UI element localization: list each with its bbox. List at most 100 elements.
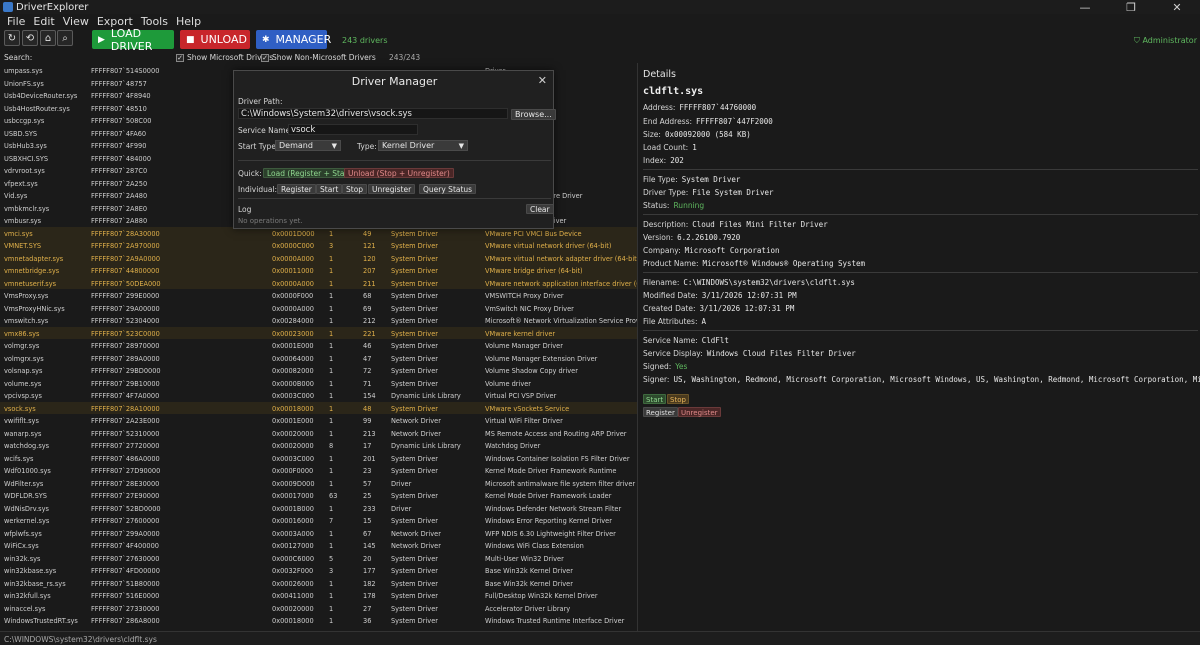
driver-name-cell: vdrvroot.sys [4,167,45,175]
home-icon[interactable]: ⌂ [40,30,56,46]
address-cell: FFFFF807`2A23E000 [91,417,160,425]
detail-start-button[interactable]: Start [643,394,667,404]
register-button[interactable]: Register [277,184,316,194]
close-window-button[interactable]: ✕ [1154,0,1200,14]
stop-icon: ■ [186,34,195,45]
unregister-button[interactable]: Unregister [368,184,416,194]
table-row[interactable]: vsock.sys FFFFF807`28A10000 0x00018000 1 48 S… [0,401,637,414]
driver-name-cell: WdFilter.sys [4,479,44,488]
table-row[interactable]: WindowsTrustedRT.sys FFFFF807`286A8000 0x0… [0,614,637,627]
start-button[interactable]: Start [316,184,343,194]
table-row[interactable]: vmnetbridge.sys FFFFF807`44800000 0x000110… [0,264,637,277]
minimize-button[interactable]: — [1062,0,1108,14]
show-ms-checkbox[interactable]: ✓ Show Microsoft Drivers [176,53,273,62]
table-row[interactable]: volmgr.sys FFFFF807`28970000 0x0001E000 1 46… [0,339,637,352]
table-row[interactable]: werkernel.sys FFFFF807`27600000 0x00016000… [0,514,637,527]
table-row[interactable]: win32kfull.sys FFFFF807`516E0000 0x0041100… [0,589,637,602]
manager-button[interactable]: ✱ MANAGER [256,30,331,49]
table-row[interactable]: vmswitch.sys FFFFF807`52304000 0x00284000 1… [0,314,637,327]
table-row[interactable]: vmnetadapter.sys FFFFF807`2A9A0000 0x0000A… [0,251,637,264]
refresh-icon[interactable]: ↻ [4,30,20,46]
close-icon[interactable]: ✕ [538,74,547,87]
table-row[interactable]: vmx86.sys FFFFF807`523C0000 0x00023000 1 221… [0,326,637,339]
show-non-ms-checkbox[interactable]: ✓ Show Non-Microsoft Drivers [261,53,376,62]
table-row[interactable]: VmsProxy.sys FFFFF807`299E0000 0x0000F000 1… [0,289,637,302]
index-cell: 154 [363,392,376,400]
table-row[interactable]: Wdf01000.sys FFFFF807`27D90000 0x000F0000 1… [0,464,637,477]
detail-register-button[interactable]: Register [643,407,678,417]
stop-button[interactable]: Stop [342,184,368,194]
individual-label: Individual: [238,185,278,194]
table-row[interactable]: volsnap.sys FFFFF807`29BD0000 0x00082000 1 7… [0,364,637,377]
size-cell: 0x00020000 [272,604,314,613]
table-row[interactable]: WdFilter.sys FFFFF807`28E30000 0x0009D000 1… [0,477,637,490]
log-label: Log [238,205,252,214]
unload-button[interactable]: ■ UNLOAD [180,30,250,49]
table-row[interactable]: wfplwfs.sys FFFFF807`299A0000 0x0003A000 1 6… [0,527,637,540]
index-cell: 213 [363,429,376,438]
details-panel: Details cldflt.sys Address: FFFFF807`4476… [638,64,1200,631]
type-cell: System Driver [391,554,438,563]
driver-name-cell: volmgr.sys [4,342,40,350]
menu-view[interactable]: View [63,15,89,28]
divider [643,330,1198,331]
browse-button[interactable]: Browse... [511,109,556,120]
table-row[interactable]: vmnetuserif.sys FFFFF807`50DEA000 0x0000A0… [0,276,637,289]
address-cell: FFFFF807`516E0000 [91,592,160,600]
table-row[interactable]: WiFiCx.sys FFFFF807`4F400000 0x00127000 1 14… [0,539,637,552]
driver-name-cell: Usb4HostRouter.sys [4,104,70,113]
clear-log-button[interactable]: Clear [526,204,554,214]
description-cell: VMware network application interface dri… [485,279,637,288]
address-cell: FFFFF807`27630000 [91,554,160,563]
size-cell: 0x00026000 [272,579,314,588]
type-cell: System Driver [391,467,438,475]
service-name-input[interactable]: vsock [288,124,418,135]
table-row[interactable]: watchdog.sys FFFFF807`27720000 0x00020000 8… [0,439,637,452]
driver-name-cell: USBD.SYS [4,129,38,138]
table-row[interactable]: volmgrx.sys FFFFF807`289A0000 0x00064000 1 4… [0,352,637,365]
description-cell: Microsoft antimalware file system filter… [485,479,636,488]
driver-path-input[interactable]: C:\Windows\System32\drivers\vsock.sys [238,108,508,119]
menu-edit[interactable]: Edit [33,15,54,28]
table-row[interactable]: WdNisDrv.sys FFFFF807`52BD0000 0x0001B000 1… [0,502,637,515]
table-row[interactable]: WDFLDR.SYS FFFFF807`27E90000 0x00017000 63 2… [0,489,637,502]
detail-unregister-button[interactable]: Unregister [678,407,721,417]
size-cell: 0x0000B000 [272,379,314,388]
query-status-button[interactable]: Query Status [419,184,477,194]
driver-name-cell: werkernel.sys [4,517,50,525]
table-row[interactable]: wanarp.sys FFFFF807`52310000 0x00020000 1 21… [0,427,637,440]
table-row[interactable]: vwififlt.sys FFFFF807`2A23E000 0x0001E000 1… [0,414,637,427]
load-count-cell: 1 [329,292,334,300]
table-row[interactable]: VMNET.SYS FFFFF807`2A970000 0x0000C000 3 121… [0,239,637,252]
table-row[interactable]: volume.sys FFFFF807`29B10000 0x0000B000 1 71… [0,377,637,390]
table-row[interactable]: win32kbase.sys FFFFF807`4FD00000 0x0032F00… [0,564,637,577]
load-count-cell: 5 [329,554,334,563]
menu-file[interactable]: File [7,15,25,28]
quick-unload-button[interactable]: Unload (Stop + Unregister) [344,168,454,178]
index-cell: 48 [363,404,372,413]
start-type-select[interactable]: Demand ▼ [275,140,341,151]
type-cell: Dynamic Link Library [391,392,461,400]
table-row[interactable]: win32k.sys FFFFF807`27630000 0x000C6000 5 20… [0,552,637,565]
maximize-button[interactable]: ❐ [1108,0,1154,14]
load-driver-button[interactable]: ▶ LOAD DRIVER [92,27,174,53]
table-row[interactable]: wcifs.sys FFFFF807`486A0000 0x0003C000 1 201… [0,452,637,465]
table-row[interactable]: VmsProxyHNic.sys FFFFF807`29A00000 0x0000A… [0,302,637,315]
driver-name-cell: wfplwfs.sys [4,529,42,538]
load-count-cell: 1 [329,229,334,238]
table-row[interactable]: vpcivsp.sys FFFFF807`4F7A0000 0x0003C000 1 1… [0,389,637,402]
menu-help[interactable]: Help [176,15,201,28]
type-cell: System Driver [391,617,438,625]
size-cell: 0x00082000 [272,367,314,375]
search-icon[interactable]: ⌕ [57,30,73,46]
detail-stop-button[interactable]: Stop [667,394,689,404]
load-count-cell: 1 [329,342,334,350]
type-cell: System Driver [391,492,438,500]
table-row[interactable]: winaccel.sys FFFFF807`27330000 0x00020000 1… [0,602,637,615]
description-cell: MS Remote Access and Routing ARP Driver [485,429,627,438]
load-count-cell: 1 [329,254,334,263]
type-select[interactable]: Kernel Driver ▼ [378,140,468,151]
table-row[interactable]: win32kbase_rs.sys FFFFF807`51B80000 0x0002… [0,577,637,590]
index-cell: 49 [363,229,372,238]
reload-icon[interactable]: ⟲ [22,30,38,46]
